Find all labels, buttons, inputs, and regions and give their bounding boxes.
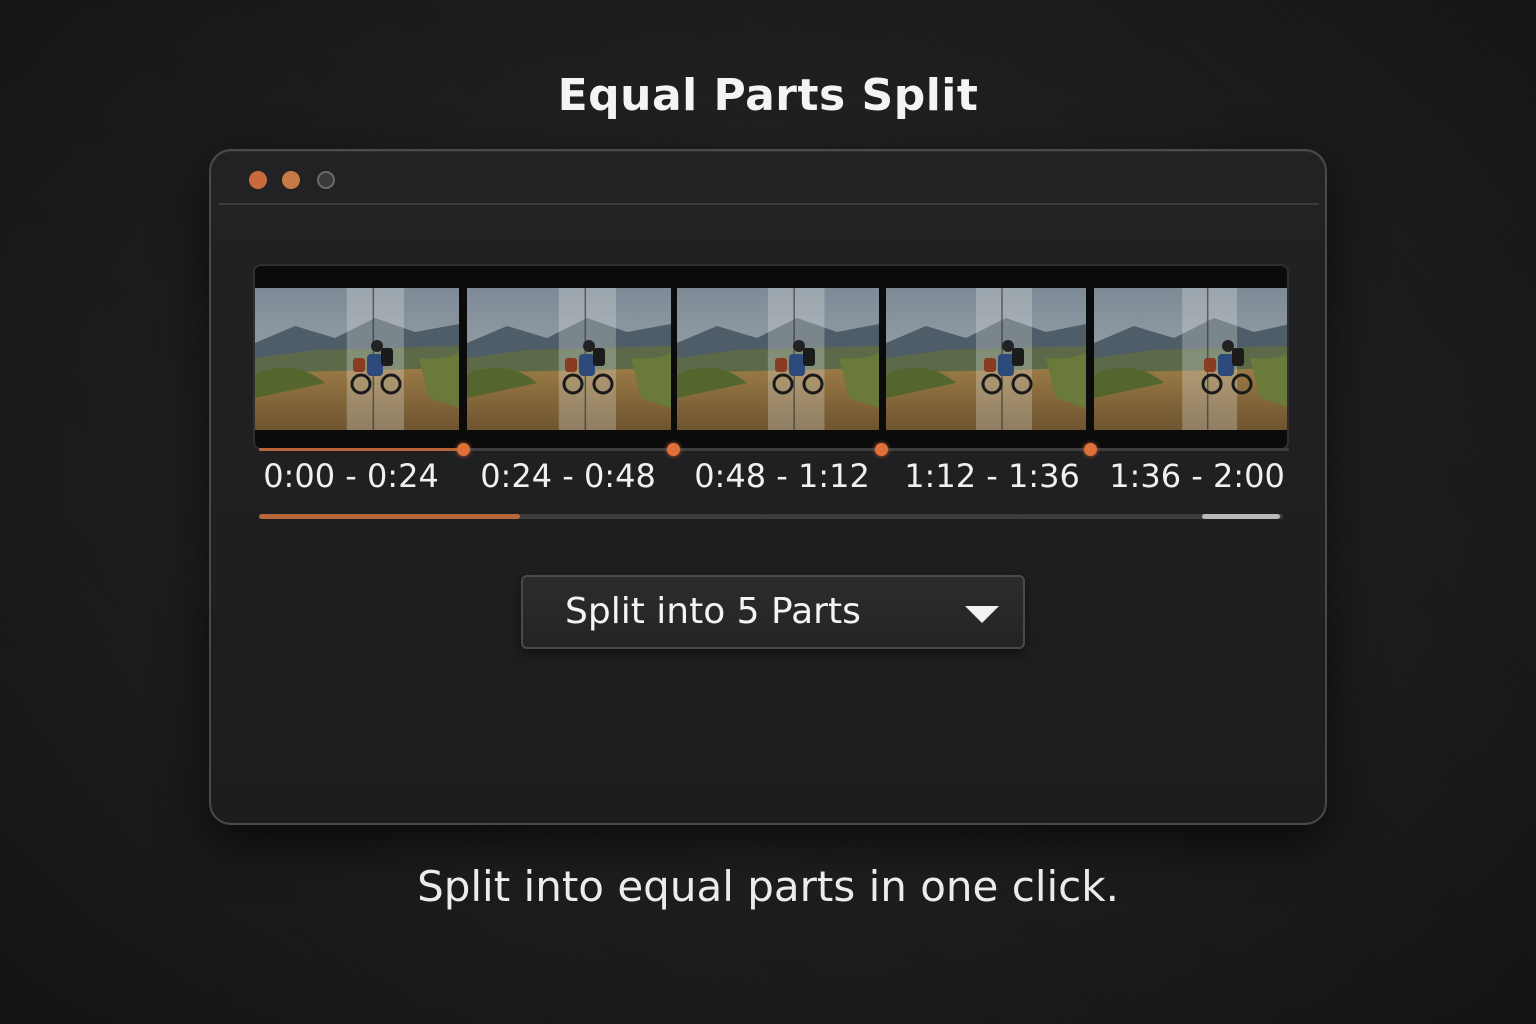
chevron-down-icon: [965, 606, 999, 623]
page-title: Equal Parts Split: [557, 70, 979, 121]
zoom-window-dot[interactable]: [317, 171, 335, 189]
segment-time-label: 0:48 - 1:12: [694, 457, 870, 495]
video-thumbnail-frame: [255, 288, 459, 430]
timeline-baseline-accent: [259, 448, 459, 451]
split-parts-label: Split into 5 Parts: [565, 591, 861, 632]
segment-time-label: 0:00 - 0:24: [263, 457, 439, 495]
progress-end-segment: [1202, 514, 1280, 519]
window-titlebar: [219, 151, 1319, 205]
video-thumbnail-frame: [886, 288, 1086, 430]
split-point-marker[interactable]: [1084, 443, 1097, 456]
split-parts-dropdown[interactable]: Split into 5 Parts: [521, 575, 1025, 649]
minimize-window-dot[interactable]: [282, 171, 300, 189]
segment-time-label: 1:12 - 1:36: [904, 457, 1080, 495]
video-thumbnail-frame: [677, 288, 879, 430]
video-thumbnail-frame: [467, 288, 671, 430]
app-window: 0:00 - 0:24 0:24 - 0:48 0:48 - 1:12 1:12 - …: [209, 149, 1327, 825]
progress-fill: [259, 514, 520, 519]
split-point-marker[interactable]: [457, 443, 470, 456]
video-filmstrip[interactable]: [253, 264, 1289, 450]
split-point-marker[interactable]: [875, 443, 888, 456]
feature-caption: Split into equal parts in one click.: [417, 862, 1119, 911]
segment-time-label: 0:24 - 0:48: [480, 457, 656, 495]
playback-progress-bar[interactable]: [259, 514, 1283, 519]
close-window-dot[interactable]: [249, 171, 267, 189]
segment-time-label: 1:36 - 2:00: [1109, 457, 1285, 495]
split-point-marker[interactable]: [667, 443, 680, 456]
video-thumbnail-frame: [1094, 288, 1287, 430]
